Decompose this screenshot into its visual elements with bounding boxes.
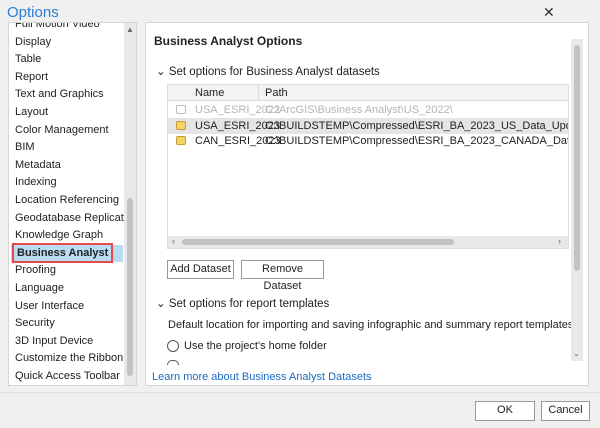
sidebar-item-label: Report xyxy=(15,70,49,83)
add-dataset-button[interactable]: Add Dataset xyxy=(167,260,234,279)
ok-button[interactable]: OK xyxy=(475,401,535,421)
sidebar-scroll-thumb[interactable] xyxy=(127,198,133,376)
database-icon xyxy=(176,136,186,145)
sidebar-item-label: 3D Input Device xyxy=(15,334,94,347)
section-label: Set options for report templates xyxy=(168,298,330,310)
dataset-path: C:\BUILDSTEMP\Compressed\ESRI_BA_2023_CA… xyxy=(265,135,568,147)
sidebar-item-3d-input-device[interactable]: 3D Input Device xyxy=(15,333,123,350)
panel-scroll-thumb[interactable] xyxy=(574,45,580,271)
sidebar-item-proofing[interactable]: Proofing xyxy=(15,262,123,279)
sidebar-item-label: Color Management xyxy=(15,123,109,136)
database-icon xyxy=(176,120,186,130)
sidebar-item-label: BIM xyxy=(15,141,35,154)
sidebar-item-language[interactable]: Language xyxy=(15,280,123,297)
section-datasets-header[interactable]: ⌄ Set options for Business Analyst datas… xyxy=(156,64,380,78)
section-templates-header[interactable]: ⌄ Set options for report templates xyxy=(156,296,329,310)
sidebar-item-label: Knowledge Graph xyxy=(15,229,104,242)
scroll-right-icon[interactable]: › xyxy=(558,236,561,246)
sidebar-item-label: Indexing xyxy=(15,176,57,189)
cancel-button[interactable]: Cancel xyxy=(541,401,590,421)
sidebar-item-label: Customize the Ribbon xyxy=(15,352,124,365)
options-panel: Business Analyst Options ⌄ Set options f… xyxy=(145,22,589,386)
sidebar-item-label: Language xyxy=(15,282,64,294)
table-row[interactable]: USA_ESRI_2022 C:\ArcGIS\Business Analyst\… xyxy=(168,102,568,118)
chevron-down-icon: ⌄ xyxy=(156,66,166,78)
table-h-scrollbar[interactable]: ‹ › xyxy=(168,236,568,248)
sidebar-item-business-analyst[interactable]: Business Analyst xyxy=(11,242,123,263)
sidebar-item-bim[interactable]: BIM xyxy=(15,139,123,156)
sidebar-item-display[interactable]: Display xyxy=(15,34,123,51)
sidebar-item-label: Geodatabase Replication xyxy=(15,211,137,224)
sidebar-item-label: User Interface xyxy=(15,299,85,312)
column-name[interactable]: Name xyxy=(195,87,224,99)
sidebar-item-knowledge-graph[interactable]: Knowledge Graph xyxy=(15,227,123,244)
sidebar-item-label: Layout xyxy=(15,106,49,118)
table-row[interactable]: USA_ESRI_2023 C:\BUILDSTEMP\Compressed\ES… xyxy=(168,117,568,134)
radio-home-folder[interactable] xyxy=(167,340,179,352)
dataset-path: C:\ArcGIS\Business Analyst\US_2022\ xyxy=(265,104,453,116)
sidebar-item-customize-the-ribbon[interactable]: Customize the Ribbon xyxy=(15,350,123,367)
panel-scrollbar[interactable]: ⌄ xyxy=(571,39,583,361)
window-title: Options xyxy=(7,4,59,21)
table-header: Name Path xyxy=(168,85,568,101)
sidebar-item-label: Table xyxy=(15,53,42,66)
table-row[interactable]: CAN_ESRI_2023 C:\BUILDSTEMP\Compressed\ES… xyxy=(168,133,568,149)
scroll-down-icon[interactable]: ⌄ xyxy=(573,349,580,358)
sidebar-item-text-and-graphics[interactable]: Text and Graphics xyxy=(15,86,123,103)
sidebar-item-label: Proofing xyxy=(15,264,56,277)
sidebar-item-label: Location Referencing xyxy=(15,194,119,206)
sidebar-item-location-referencing[interactable]: Location Referencing xyxy=(15,192,123,209)
sidebar-item-geodatabase-replication[interactable]: Geodatabase Replication xyxy=(15,210,136,227)
sidebar-item-label: Security xyxy=(15,317,55,330)
sidebar-item-color-management[interactable]: Color Management xyxy=(15,122,123,139)
sidebar-item-report[interactable]: Report xyxy=(15,69,123,86)
learn-more-link[interactable]: Learn more about Business Analyst Datase… xyxy=(152,371,372,383)
section-label: Set options for Business Analyst dataset… xyxy=(168,66,380,78)
close-icon[interactable]: ✕ xyxy=(543,4,555,21)
sidebar-item-label: Quick Access Toolbar xyxy=(15,370,120,382)
sidebar-item-security[interactable]: Security xyxy=(15,315,123,332)
sidebar-item-quick-access-toolbar[interactable]: Quick Access Toolbar xyxy=(15,368,123,385)
sidebar-item-full-motion-video[interactable]: Full Motion Video xyxy=(15,22,123,33)
sidebar-item-label: Display xyxy=(15,35,52,48)
table-scroll-thumb[interactable] xyxy=(182,239,454,245)
dataset-path: C:\BUILDSTEMP\Compressed\ESRI_BA_2023_US… xyxy=(265,119,568,132)
column-path[interactable]: Path xyxy=(265,87,288,99)
scroll-left-icon[interactable]: ‹ xyxy=(172,236,175,246)
datasets-table: Name Path USA_ESRI_2022 C:\ArcGIS\Busines… xyxy=(167,84,569,249)
chevron-down-icon: ⌄ xyxy=(156,298,166,310)
sidebar-scrollbar[interactable]: ▲ xyxy=(124,23,136,385)
sidebar-item-label: Full Motion Video xyxy=(15,22,100,30)
scroll-up-icon[interactable]: ▲ xyxy=(126,25,134,34)
sidebar-item-user-interface[interactable]: User Interface xyxy=(15,298,123,315)
remove-dataset-button[interactable]: Remove Dataset xyxy=(241,260,324,292)
sidebar-item-layout[interactable]: Layout xyxy=(15,104,123,121)
radio-home-folder-label[interactable]: Use the project's home folder xyxy=(184,340,327,352)
database-icon xyxy=(176,105,186,114)
page-title: Business Analyst Options xyxy=(154,34,303,48)
sidebar-item-label: Text and Graphics xyxy=(15,88,104,101)
sidebar-item-label: Metadata xyxy=(15,158,61,171)
sidebar-item-label: Business Analyst xyxy=(11,242,114,263)
sidebar-item-metadata[interactable]: Metadata xyxy=(15,157,123,174)
templates-description: Default location for importing and savin… xyxy=(168,319,574,331)
sidebar-item-indexing[interactable]: Indexing xyxy=(15,174,123,191)
options-category-list: Full Motion Video Display Table Report Text … xyxy=(8,22,137,386)
sidebar-item-table[interactable]: Table xyxy=(15,51,123,68)
radio-partial[interactable] xyxy=(167,360,179,365)
